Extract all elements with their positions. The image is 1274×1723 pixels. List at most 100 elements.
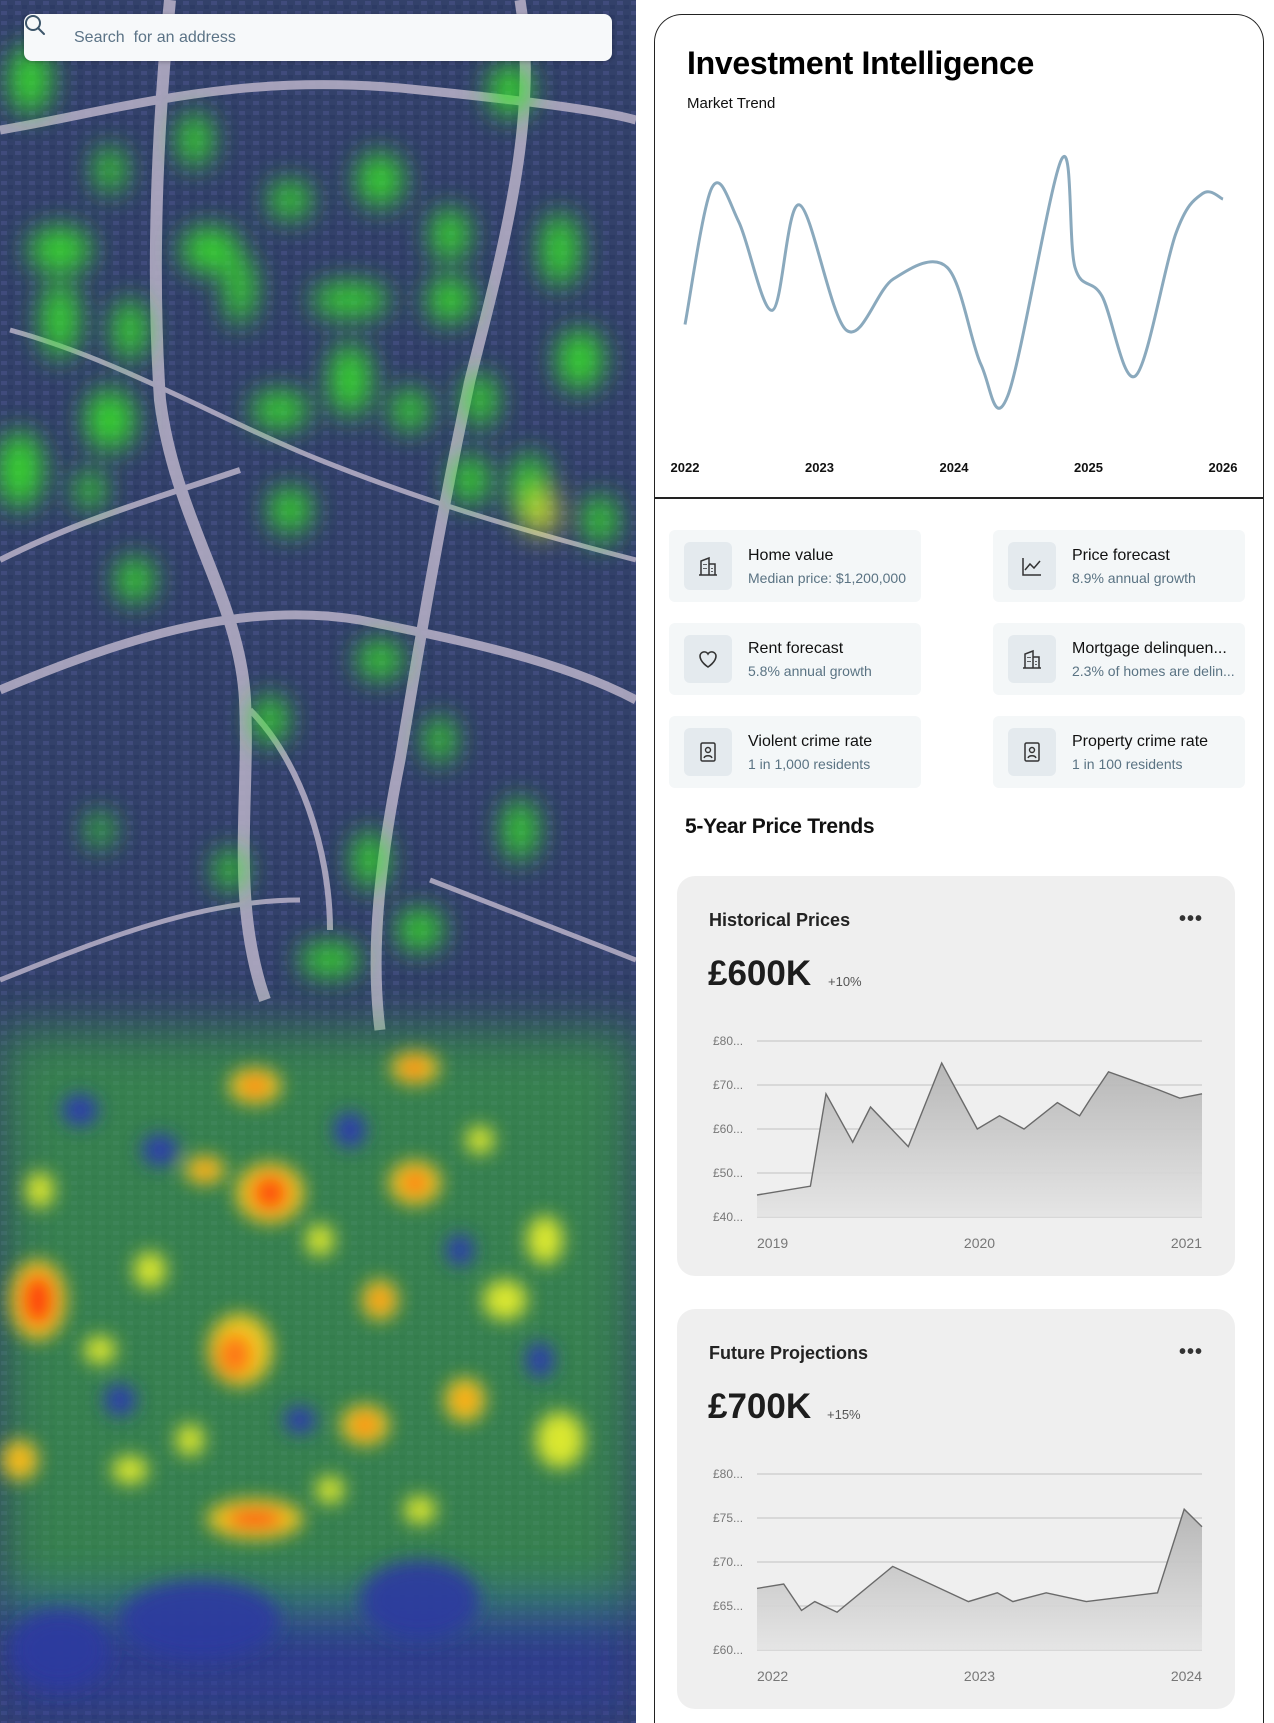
heat-blob bbox=[490, 64, 530, 116]
heat-blob bbox=[584, 496, 616, 544]
heat-blob bbox=[452, 456, 488, 504]
heat-blob bbox=[300, 944, 360, 976]
metric-card-mortgage-delinquen[interactable]: Mortgage delinquen... 2.3% of homes are d… bbox=[993, 623, 1245, 695]
y-tick-label: £40... bbox=[713, 1210, 743, 1224]
more-options-icon[interactable]: ••• bbox=[1179, 1341, 1203, 1364]
heatmap-map[interactable] bbox=[0, 0, 636, 1723]
map-canvas[interactable] bbox=[0, 0, 636, 1723]
heat-blob bbox=[455, 1390, 475, 1410]
heat-blob bbox=[225, 1509, 285, 1529]
heat-blob bbox=[96, 148, 124, 192]
heat-blob bbox=[358, 642, 402, 678]
heat-blob bbox=[312, 284, 388, 316]
x-tick-label: 2024 bbox=[940, 460, 970, 475]
y-tick-label: £75... bbox=[713, 1511, 743, 1525]
heat-blob bbox=[20, 1272, 56, 1328]
heat-blob bbox=[402, 1060, 426, 1076]
heat-blob bbox=[142, 1134, 178, 1166]
card-title: Future Projections bbox=[709, 1343, 869, 1363]
heat-blob bbox=[536, 1412, 584, 1468]
metric-title: Violent crime rate bbox=[748, 732, 873, 750]
metric-card-property-crime-rate[interactable]: Property crime rate 1 in 100 residents bbox=[993, 716, 1245, 788]
metric-title: Price forecast bbox=[1072, 546, 1170, 564]
metric-card-rent-forecast[interactable]: Rent forecast 5.8% annual growth bbox=[669, 623, 921, 695]
metric-card-price-forecast[interactable]: Price forecast 8.9% annual growth bbox=[993, 530, 1245, 602]
heat-blob bbox=[182, 228, 238, 272]
future-projections-card: £80... £75... £70... £65... £60... 2022 2023 20… bbox=[677, 1309, 1235, 1709]
heat-blob bbox=[330, 344, 370, 416]
x-tick-label: 2019 bbox=[757, 1235, 788, 1251]
building-icon bbox=[1008, 635, 1056, 683]
heat-blob bbox=[432, 209, 468, 261]
heat-blob bbox=[528, 491, 556, 535]
heat-blob bbox=[112, 1456, 148, 1484]
x-tick-label: 2024 bbox=[1171, 1668, 1202, 1684]
heat-blob bbox=[250, 1173, 290, 1213]
heat-blob bbox=[316, 1476, 344, 1504]
x-tick-label: 2021 bbox=[1171, 1235, 1202, 1251]
metric-subtitle: 8.9% annual growth bbox=[1072, 569, 1196, 586]
heat-blob bbox=[353, 1415, 377, 1435]
heat-blob bbox=[527, 1216, 563, 1264]
badge-icon bbox=[1008, 728, 1056, 776]
card-title: Historical Prices bbox=[709, 910, 851, 930]
search-input[interactable] bbox=[74, 28, 594, 47]
heat-blob bbox=[76, 472, 104, 508]
heat-blob bbox=[84, 1336, 116, 1364]
heat-blob bbox=[88, 814, 112, 846]
market-trend-line bbox=[683, 154, 1224, 410]
search-bar[interactable] bbox=[24, 14, 612, 61]
heat-blob bbox=[354, 832, 386, 888]
heat-blob bbox=[398, 910, 442, 950]
heat-blob bbox=[404, 1496, 436, 1524]
heat-blob bbox=[254, 696, 286, 744]
metric-card-home-value[interactable]: Home value Median price: $1,200,000 bbox=[669, 530, 921, 602]
x-tick-label: 2025 bbox=[1074, 460, 1103, 475]
y-tick-label: £80... bbox=[713, 1034, 743, 1048]
heat-blob bbox=[466, 1126, 494, 1154]
heat-blob bbox=[371, 1290, 389, 1310]
heat-blob bbox=[526, 1342, 554, 1378]
heat-blob bbox=[360, 1560, 480, 1640]
metric-subtitle: 2.3% of homes are delin... bbox=[1072, 662, 1235, 679]
heat-blob bbox=[10, 1610, 110, 1690]
heat-blob bbox=[30, 228, 90, 272]
heat-blob bbox=[426, 718, 454, 762]
more-options-icon[interactable]: ••• bbox=[1179, 908, 1203, 931]
heat-blob bbox=[504, 800, 536, 860]
metric-title: Home value bbox=[748, 546, 834, 564]
y-tick-label: £60... bbox=[713, 1643, 743, 1657]
section-divider bbox=[655, 497, 1263, 499]
heat-blob bbox=[464, 374, 496, 426]
heat-blob bbox=[179, 114, 211, 166]
heat-blob bbox=[176, 1424, 204, 1456]
historical-prices-card: £80... £70... £60... £50... £40... 2019 2020 20… bbox=[677, 876, 1235, 1276]
building-icon bbox=[684, 542, 732, 590]
heat-blob bbox=[196, 1163, 214, 1177]
heat-blob bbox=[270, 182, 310, 218]
heat-blob bbox=[226, 256, 254, 324]
y-tick-label: £65... bbox=[713, 1599, 743, 1613]
heat-blob bbox=[42, 282, 78, 358]
heat-blob bbox=[26, 1172, 54, 1208]
metric-card-violent-crime-rate[interactable]: Violent crime rate 1 in 1,000 residents bbox=[669, 716, 921, 788]
heat-blob bbox=[392, 390, 428, 430]
heart-icon bbox=[684, 635, 732, 683]
y-tick-label: £70... bbox=[713, 1555, 743, 1569]
x-tick-label: 2020 bbox=[964, 1235, 995, 1251]
search-icon bbox=[25, 15, 64, 50]
line-chart-icon bbox=[1008, 542, 1056, 590]
heat-blob bbox=[358, 154, 402, 206]
y-tick-label: £70... bbox=[713, 1078, 743, 1092]
x-tick-label: 2022 bbox=[671, 460, 700, 475]
investment-panel: Investment Intelligence Market Trend 202… bbox=[654, 14, 1264, 1723]
metric-title: Rent forecast bbox=[748, 639, 844, 657]
metric-title: Property crime rate bbox=[1072, 732, 1209, 750]
heat-blob bbox=[558, 330, 602, 390]
card-change: +10% bbox=[828, 974, 862, 989]
y-tick-label: £60... bbox=[713, 1122, 743, 1136]
heat-blob bbox=[252, 392, 308, 428]
heat-blob bbox=[446, 1234, 474, 1266]
heat-blob bbox=[241, 1077, 269, 1095]
metric-subtitle: 1 in 1,000 residents bbox=[748, 755, 871, 772]
